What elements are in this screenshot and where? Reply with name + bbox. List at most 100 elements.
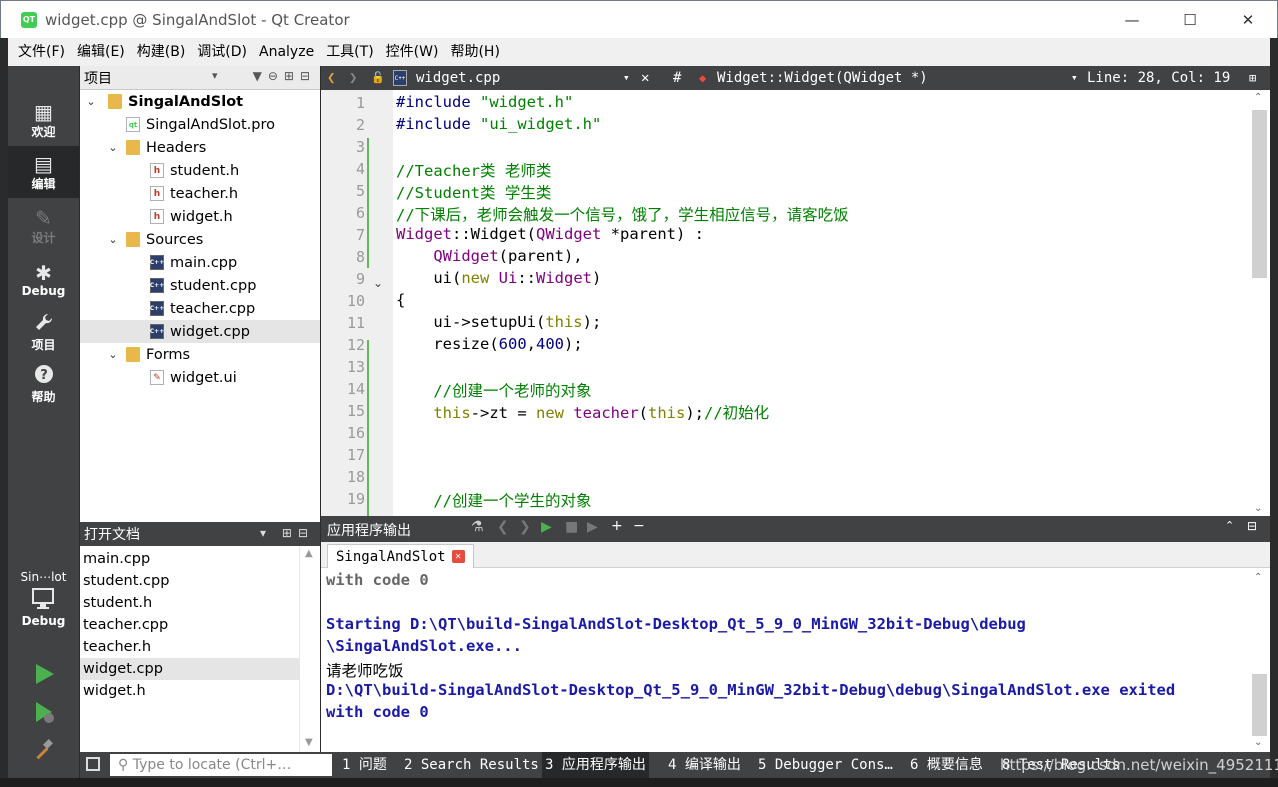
build-hammer-icon[interactable]	[32, 738, 56, 762]
rerun-icon[interactable]: ▶	[541, 519, 552, 535]
split-editor-icon[interactable]: ⊞	[1249, 66, 1256, 90]
minimize-button[interactable]: —	[1103, 1, 1161, 39]
tab-compile-output[interactable]: 4 编译输出	[668, 752, 741, 778]
output-scrollbar[interactable]: ⌃ ⌄	[1249, 568, 1270, 752]
toggle-sidebar-icon[interactable]	[86, 757, 100, 771]
mode-projects[interactable]: 项目	[8, 306, 79, 358]
open-document-item[interactable]: widget.h	[80, 680, 299, 702]
tree-item-file[interactable]: ✎ widget.ui	[80, 366, 320, 389]
expand-arrow-icon[interactable]: ⌄	[106, 141, 120, 154]
expand-arrow-icon[interactable]: ⌄	[106, 348, 120, 361]
open-document-item[interactable]: student.h	[80, 592, 299, 614]
tree-item-project[interactable]: ⌄ SingalAndSlot	[80, 90, 320, 113]
scroll-down-icon[interactable]: ▼	[305, 737, 313, 748]
application-output[interactable]: with code 0 Starting D:\QT\build-SingalAn…	[321, 568, 1270, 752]
file-dropdown-icon[interactable]: ▾	[623, 66, 630, 90]
tree-item-file[interactable]: C++ student.cpp	[80, 274, 320, 297]
tree-item-pro-file[interactable]: qt SingalAndSlot.pro	[80, 113, 320, 136]
code-token: );	[564, 335, 583, 353]
tree-item-file[interactable]: C++ teacher.cpp	[80, 297, 320, 320]
tree-item-label: Sources	[146, 231, 204, 248]
next-icon[interactable]: ❯	[519, 519, 531, 535]
menu-build[interactable]: 构建(B)	[131, 38, 192, 66]
scroll-up-icon[interactable]: ▲	[305, 548, 313, 559]
zoom-in-icon[interactable]: +	[611, 518, 623, 534]
back-arrow-icon[interactable]: ❮	[327, 66, 335, 90]
fold-marker-icon[interactable]: ⌄	[373, 276, 383, 290]
forward-arrow-icon[interactable]: ❯	[349, 66, 357, 90]
view-dropdown-icon[interactable]: ▾	[212, 69, 218, 82]
open-document-item[interactable]: main.cpp	[80, 548, 299, 570]
close-window-button[interactable]: ✕	[1219, 1, 1277, 39]
tab-debugger-console[interactable]: 5 Debugger Cons…	[758, 752, 893, 778]
tree-item-file[interactable]: h widget.h	[80, 205, 320, 228]
menu-file[interactable]: 文件(F)	[12, 38, 71, 66]
menu-analyze[interactable]: Analyze	[253, 38, 320, 66]
scrollbar-thumb[interactable]	[1252, 110, 1267, 278]
prev-icon[interactable]: ❮	[497, 519, 509, 535]
cursor-position[interactable]: Line: 28, Col: 19	[1087, 66, 1230, 90]
close-document-icon[interactable]: ✕	[641, 66, 649, 90]
link-icon[interactable]: ⊖	[268, 69, 284, 83]
tab-search-results[interactable]: 2 Search Results	[404, 752, 539, 778]
menu-debug[interactable]: 调试(D)	[191, 38, 253, 66]
menu-tools[interactable]: 工具(T)	[320, 38, 379, 66]
tab-application-output[interactable]: 3 应用程序输出	[542, 752, 649, 778]
debug-attach-icon[interactable]: ▶	[587, 519, 598, 535]
tree-item-sources[interactable]: ⌄ Sources	[80, 228, 320, 251]
scroll-up-icon[interactable]: ⌃	[1254, 572, 1262, 583]
current-file-label[interactable]: widget.cpp	[416, 66, 500, 90]
kit-selector[interactable]: Debug	[8, 582, 79, 634]
maximize-pane-icon[interactable]: ⌃	[1225, 519, 1234, 532]
scrollbar-thumb[interactable]	[1252, 674, 1267, 736]
mode-design[interactable]: ✎ 设计	[8, 200, 79, 252]
maximize-button[interactable]: ☐	[1161, 1, 1219, 39]
tree-item-file[interactable]: h student.h	[80, 159, 320, 182]
tree-item-file-selected[interactable]: C++ widget.cpp	[80, 320, 320, 343]
tab-issues[interactable]: 1 问题	[342, 752, 387, 778]
mode-edit[interactable]: ▤ 编辑	[8, 146, 79, 198]
code-line: #include "ui_widget.h"	[396, 115, 601, 133]
scroll-down-icon[interactable]: ⌄	[1254, 737, 1262, 748]
menu-widgets[interactable]: 控件(W)	[380, 38, 445, 66]
close-panel-icon[interactable]: ⊟	[300, 69, 316, 83]
open-documents-scrollbar[interactable]: ▲ ▼	[299, 546, 320, 752]
tree-item-headers[interactable]: ⌄ Headers	[80, 136, 320, 159]
close-panel-icon[interactable]: ⊟	[298, 526, 314, 540]
tree-item-file[interactable]: C++ main.cpp	[80, 251, 320, 274]
output-tab[interactable]: SingalAndSlot ✕	[327, 544, 474, 568]
tree-item-forms[interactable]: ⌄ Forms	[80, 343, 320, 366]
editor-scrollbar[interactable]: ⌃ ⌄	[1249, 90, 1270, 516]
symbol-dropdown-icon[interactable]: ▾	[1071, 66, 1078, 90]
scroll-down-icon[interactable]: ⌄	[1254, 503, 1262, 514]
tab-general-messages[interactable]: 6 概要信息	[910, 752, 983, 778]
open-document-item-selected[interactable]: widget.cpp	[80, 658, 299, 680]
mode-welcome[interactable]: ▦ 欢迎	[8, 94, 79, 146]
filter-icon[interactable]: ▼	[253, 69, 268, 83]
expand-arrow-icon[interactable]: ⌄	[84, 95, 98, 108]
open-document-item[interactable]: teacher.cpp	[80, 614, 299, 636]
split-icon[interactable]: ⊞	[284, 69, 300, 83]
symbol-selector[interactable]: Widget::Widget(QWidget *)	[717, 66, 928, 90]
code-editor[interactable]: 1 2 3 4 5 6 7 8 9 10 11 12 13 14 15 16 17 18 19 ⌄ #include…	[321, 90, 1270, 516]
close-pane-icon[interactable]: ⊟	[1247, 519, 1257, 533]
locator-input[interactable]: ⚲ Type to locate (Ctrl+…	[110, 754, 332, 776]
split-icon[interactable]: ⊞	[282, 526, 298, 540]
menu-help[interactable]: 帮助(H)	[444, 38, 505, 66]
header-file-icon: h	[150, 163, 164, 178]
mode-debug[interactable]: ✱ Debug	[8, 254, 79, 306]
debug-run-icon[interactable]	[32, 700, 56, 724]
mode-help[interactable]: ? 帮助	[8, 358, 79, 410]
dropdown-icon[interactable]: ▾	[260, 526, 272, 540]
run-icon[interactable]	[32, 662, 56, 686]
menu-edit[interactable]: 编辑(E)	[71, 38, 131, 66]
expand-arrow-icon[interactable]: ⌄	[106, 233, 120, 246]
stop-icon[interactable]: ■	[565, 519, 578, 535]
attach-icon[interactable]: ⚗	[471, 519, 484, 535]
zoom-out-icon[interactable]: −	[633, 518, 645, 534]
tree-item-file[interactable]: h teacher.h	[80, 182, 320, 205]
scroll-up-icon[interactable]: ⌃	[1254, 92, 1262, 103]
open-document-item[interactable]: teacher.h	[80, 636, 299, 658]
open-document-item[interactable]: student.cpp	[80, 570, 299, 592]
close-tab-icon[interactable]: ✕	[451, 550, 465, 563]
